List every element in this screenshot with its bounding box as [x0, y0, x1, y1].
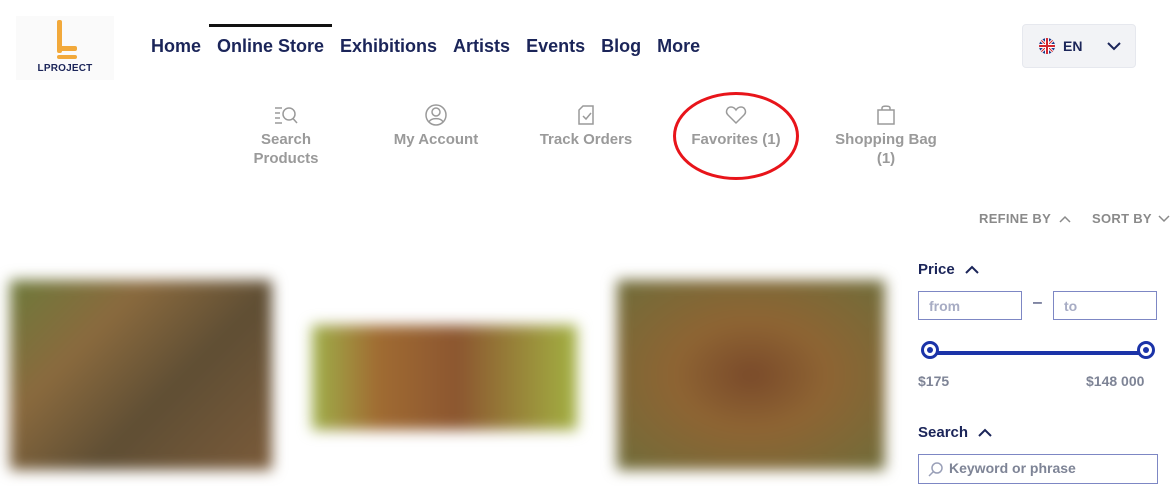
nav-home[interactable]: Home [143, 24, 209, 60]
price-filter-title: Price [918, 261, 955, 278]
search-filter-header[interactable]: Search [918, 424, 992, 441]
annotation-circle [673, 92, 799, 180]
search-list-icon [275, 107, 298, 124]
nav-events[interactable]: Events [518, 24, 593, 60]
search-filter-title: Search [918, 424, 969, 441]
chevron-up-icon [1059, 215, 1071, 223]
site-logo[interactable]: LPROJECT [16, 16, 114, 80]
search-products-link[interactable]: Search Products [226, 100, 346, 168]
chevron-down-icon [1158, 215, 1170, 223]
uk-flag-icon [1039, 38, 1055, 54]
my-account-label: My Account [393, 131, 479, 148]
price-max-label: $148 000 [1086, 373, 1145, 389]
price-slider-max-handle[interactable] [1137, 341, 1155, 359]
search-products-label-2: Products [253, 150, 319, 167]
language-selector[interactable]: EN [1022, 24, 1136, 68]
shopping-bag-label-2: (1) [876, 150, 896, 167]
track-orders-link[interactable]: Track Orders [526, 100, 646, 149]
refine-by-toggle[interactable]: REFINE BY [979, 211, 1071, 226]
price-to-input[interactable] [1053, 291, 1157, 320]
nav-online-store[interactable]: Online Store [209, 24, 333, 60]
my-account-link[interactable]: My Account [376, 100, 496, 149]
shopping-bag-icon [877, 105, 895, 125]
price-min-label: $175 [918, 373, 950, 389]
chevron-down-icon [1107, 42, 1121, 51]
price-separator: – [1033, 294, 1042, 311]
logo-mark-icon [57, 20, 77, 59]
language-code: EN [1063, 38, 1083, 54]
logo-text: LPROJECT [37, 63, 93, 74]
nav-blog[interactable]: Blog [593, 24, 649, 60]
price-slider-min-handle[interactable] [921, 341, 939, 359]
price-slider-track[interactable] [930, 351, 1147, 355]
nav-artists[interactable]: Artists [445, 24, 518, 60]
artwork-thumbnail[interactable] [10, 280, 272, 470]
price-filter-header[interactable]: Price [918, 261, 979, 278]
price-from-input[interactable] [918, 291, 1022, 320]
clipboard-check-icon [578, 105, 594, 125]
sort-by-toggle[interactable]: SORT BY [1092, 211, 1170, 226]
track-orders-label: Track Orders [539, 131, 633, 148]
search-icon [928, 462, 943, 477]
nav-exhibitions[interactable]: Exhibitions [332, 24, 445, 60]
main-nav: Home Online Store Exhibitions Artists Ev… [143, 24, 708, 60]
artwork-thumbnail[interactable] [617, 280, 885, 470]
sort-by-label: SORT BY [1092, 211, 1152, 226]
chevron-up-icon [965, 265, 979, 274]
refine-by-label: REFINE BY [979, 211, 1051, 226]
chevron-up-icon [978, 428, 992, 437]
user-circle-icon [425, 104, 447, 126]
search-products-label-1: Search [260, 131, 312, 148]
keyword-search-field[interactable] [918, 454, 1158, 484]
keyword-search-input[interactable] [949, 460, 1149, 476]
artwork-thumbnail[interactable] [312, 325, 577, 430]
shopping-bag-link[interactable]: Shopping Bag (1) [826, 100, 946, 168]
nav-more[interactable]: More [649, 24, 708, 60]
shopping-bag-label-1: Shopping Bag [835, 131, 937, 148]
